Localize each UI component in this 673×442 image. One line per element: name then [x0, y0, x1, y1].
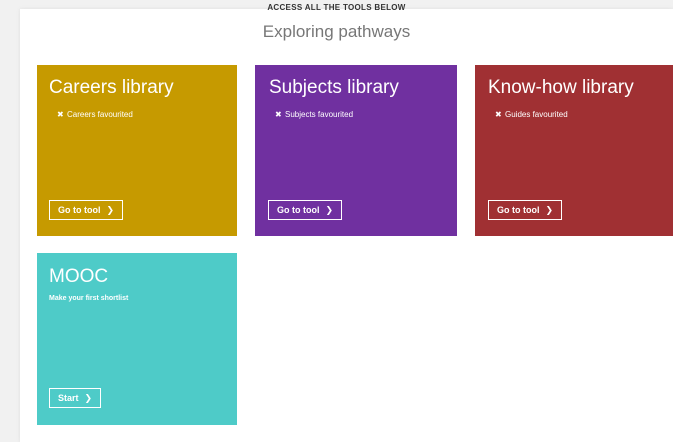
card-line-label: Careers favourited [67, 110, 133, 119]
mooc-start-button[interactable]: Start ❯ [49, 388, 102, 408]
mooc-card: MOOC Make your first shortlist Start ❯ [37, 253, 237, 425]
card-title: Subjects library [269, 77, 399, 98]
chevron-right-icon: ❯ [84, 393, 93, 403]
x-icon: ✖ [275, 110, 282, 119]
careers-go-to-tool-button[interactable]: Go to tool ❯ [49, 200, 124, 220]
chevron-right-icon: ❯ [325, 205, 334, 215]
guides-favourited-line: ✖ Guides favourited [495, 110, 568, 120]
card-title: Careers library [49, 77, 174, 98]
x-icon: ✖ [495, 110, 502, 119]
button-label: Start [58, 393, 79, 403]
subjects-favourited-line: ✖ Subjects favourited [275, 110, 353, 120]
careers-favourited-line: ✖ Careers favourited [57, 110, 133, 120]
card-subtitle: Make your first shortlist [49, 295, 129, 302]
subjects-go-to-tool-button[interactable]: Go to tool ❯ [268, 200, 343, 220]
card-line-label: Subjects favourited [285, 110, 354, 119]
x-icon: ✖ [57, 110, 64, 119]
subjects-library-card: Subjects library ✖ Subjects favourited Go… [255, 65, 457, 236]
chevron-right-icon: ❯ [545, 205, 554, 215]
button-label: Go to tool [497, 205, 540, 215]
know-how-library-card: Know-how library ✖ Guides favourited Go t… [475, 65, 673, 236]
card-title: MOOC [49, 266, 109, 287]
chevron-right-icon: ❯ [106, 205, 115, 215]
careers-library-card: Careers library ✖ Careers favourited Go t… [37, 65, 237, 236]
page-title: Exploring pathways [262, 22, 411, 41]
button-label: Go to tool [58, 205, 101, 215]
button-label: Go to tool [277, 205, 320, 215]
section-kicker: ACCESS ALL THE TOOLS BELOW [267, 3, 406, 12]
know-how-go-to-tool-button[interactable]: Go to tool ❯ [488, 200, 563, 220]
card-line-label: Guides favourited [505, 110, 568, 119]
card-title: Know-how library [488, 77, 634, 98]
